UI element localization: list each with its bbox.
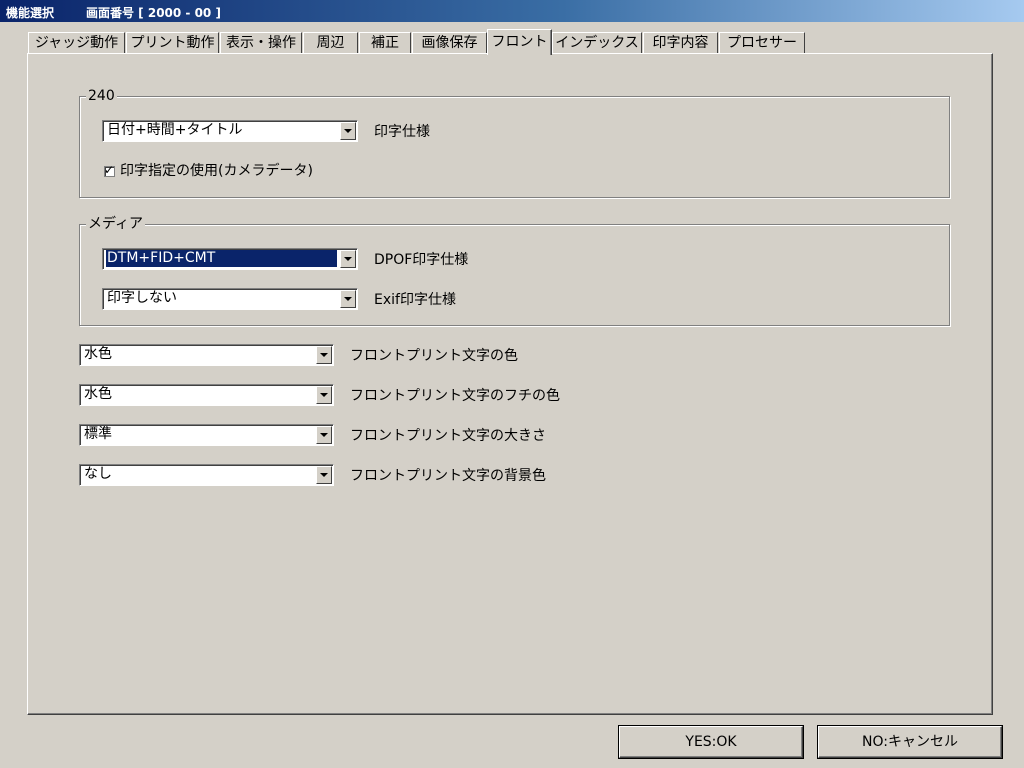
tab-processor[interactable]: プロセサー <box>719 32 805 53</box>
group-240-title: 240 <box>86 87 117 105</box>
text-outline-color-value: 水色 <box>84 386 112 402</box>
tab-print-content[interactable]: 印字内容 <box>643 32 718 53</box>
chevron-down-icon[interactable] <box>316 386 332 404</box>
window-title: 機能選択 <box>6 6 55 20</box>
group-media: メディア DTM+FID+CMT DPOF印字仕様 印字しない Exif印字仕様 <box>79 215 950 326</box>
dpof-select[interactable]: DTM+FID+CMT <box>102 248 358 270</box>
text-bg-color-value: なし <box>84 466 112 482</box>
text-color-select[interactable]: 水色 <box>79 344 334 366</box>
chevron-down-icon[interactable] <box>316 426 332 444</box>
tab-correction[interactable]: 補正 <box>359 32 411 53</box>
group-media-title: メディア <box>86 215 146 233</box>
text-bg-color-select[interactable]: なし <box>79 464 334 486</box>
text-color-value: 水色 <box>84 346 112 362</box>
text-size-select[interactable]: 標準 <box>79 424 334 446</box>
tab-image-save[interactable]: 画像保存 <box>412 32 487 53</box>
front-tab-panel: 240 日付+時間+タイトル 印字仕様 ✓ 印字指定の使用(カメラデータ) メデ… <box>27 53 993 715</box>
check-icon: ✓ <box>104 163 115 177</box>
exif-label: Exif印字仕様 <box>374 292 456 308</box>
tab-front[interactable]: フロント <box>487 29 552 55</box>
chevron-down-icon[interactable] <box>340 290 356 308</box>
text-outline-color-select[interactable]: 水色 <box>79 384 334 406</box>
group-240: 240 日付+時間+タイトル 印字仕様 ✓ 印字指定の使用(カメラデータ) <box>79 87 950 198</box>
print-spec-select[interactable]: 日付+時間+タイトル <box>102 120 358 142</box>
title-bar: 機能選択 画面番号 [ 2000 - 00 ] <box>0 0 1024 22</box>
exif-value: 印字しない <box>107 290 177 306</box>
print-spec-label: 印字仕様 <box>374 124 430 140</box>
tab-print[interactable]: プリント動作 <box>126 32 219 53</box>
text-color-label: フロントプリント文字の色 <box>350 348 518 364</box>
text-size-value: 標準 <box>84 426 112 442</box>
ok-button[interactable]: YES:OK <box>619 726 803 758</box>
text-outline-color-label: フロントプリント文字のフチの色 <box>350 388 560 404</box>
dpof-label: DPOF印字仕様 <box>374 252 469 268</box>
chevron-down-icon[interactable] <box>340 250 356 268</box>
print-spec-value: 日付+時間+タイトル <box>107 122 243 138</box>
chevron-down-icon[interactable] <box>340 122 356 140</box>
camera-data-checkbox[interactable]: ✓ <box>104 163 115 177</box>
screen-number: 画面番号 [ 2000 - 00 ] <box>86 6 221 20</box>
camera-data-label[interactable]: 印字指定の使用(カメラデータ) <box>120 162 313 180</box>
cancel-button[interactable]: NO:キャンセル <box>818 726 1002 758</box>
tab-peripheral[interactable]: 周辺 <box>303 32 358 53</box>
chevron-down-icon[interactable] <box>316 346 332 364</box>
dpof-value: DTM+FID+CMT <box>106 250 337 267</box>
tab-judge[interactable]: ジャッジ動作 <box>28 32 125 53</box>
chevron-down-icon[interactable] <box>316 466 332 484</box>
tab-display[interactable]: 表示・操作 <box>220 32 302 53</box>
text-size-label: フロントプリント文字の大きさ <box>350 428 546 444</box>
tab-index[interactable]: インデックス <box>552 32 642 53</box>
exif-select[interactable]: 印字しない <box>102 288 358 310</box>
text-bg-color-label: フロントプリント文字の背景色 <box>350 468 546 484</box>
